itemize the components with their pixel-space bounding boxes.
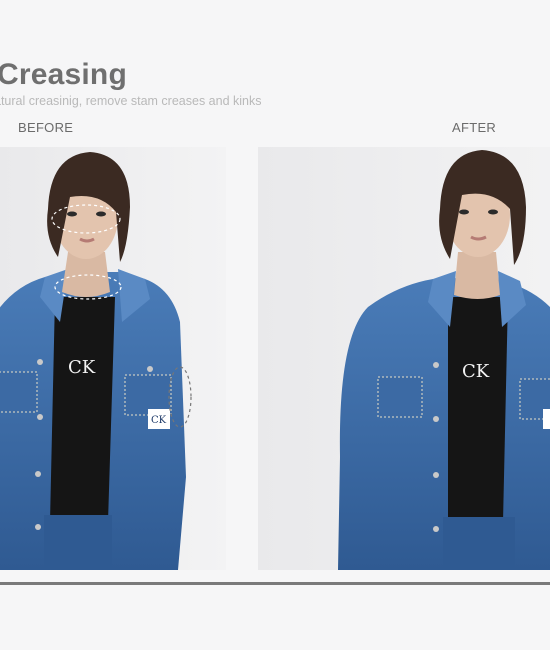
bottom-divider <box>0 582 550 585</box>
before-photo-illustration: CK CK <box>0 147 226 570</box>
svg-text:CK: CK <box>151 415 167 426</box>
svg-text:CK: CK <box>68 357 96 378</box>
after-label: AFTER <box>452 120 497 135</box>
before-label: BEFORE <box>18 120 74 135</box>
svg-text:CK: CK <box>462 361 490 382</box>
before-photo: CK CK <box>0 147 226 570</box>
after-photo: CK <box>258 147 550 570</box>
page-subtitle: atural creasinig, remove stam creases an… <box>0 94 262 108</box>
after-photo-illustration: CK <box>258 147 550 570</box>
page-title: Creasing <box>0 58 127 91</box>
